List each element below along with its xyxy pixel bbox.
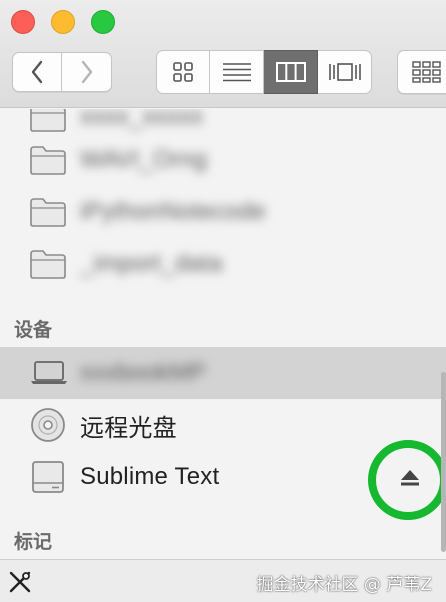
window-toolbar: [0, 0, 446, 108]
laptop-icon: [31, 361, 67, 384]
columns-icon: [275, 62, 306, 82]
zoom-window-button[interactable]: [91, 10, 115, 34]
list-view-button[interactable]: [210, 50, 264, 94]
forward-button[interactable]: [62, 52, 112, 92]
watermark-text: 掘金技术社区 @ 芦苇Z: [256, 575, 432, 595]
gallery-view-button[interactable]: [318, 50, 372, 94]
cover-flow-icon: [328, 63, 361, 81]
sidebar-item-label: _import_data: [80, 250, 223, 277]
sidebar-item-label: Sublime Text: [80, 463, 220, 490]
tools-icon[interactable]: [8, 570, 32, 594]
folder-icon: [30, 109, 66, 132]
icon-view-button[interactable]: [156, 50, 210, 94]
back-button[interactable]: [12, 52, 62, 92]
sidebar-item-favorite-3[interactable]: iPythonNotecode: [0, 186, 446, 238]
close-window-button[interactable]: [11, 10, 35, 34]
sidebar-item-label: 远程光盘: [80, 414, 177, 442]
sidebar-item-this-mac[interactable]: xxxbookMP: [0, 347, 446, 399]
group-grid-icon: [412, 61, 441, 83]
sidebar-item-label: xxxbookMP: [80, 359, 206, 386]
folder-icon: [30, 250, 66, 279]
external-drive-icon: [32, 461, 64, 493]
column-view-button[interactable]: [264, 50, 318, 94]
tags-section-header: 标记: [14, 532, 53, 553]
icon-grid-icon: [173, 62, 193, 82]
folder-icon: [30, 198, 66, 227]
annotation-highlight-circle: [368, 440, 446, 520]
chevron-right-icon: [81, 60, 92, 84]
sidebar-item-label: iPythonNotecode: [80, 198, 266, 225]
sidebar-item-label: xxxx_xxxxx: [80, 109, 204, 130]
sidebar-item-favorite-2[interactable]: WAVI_Orng: [0, 134, 446, 186]
chevron-left-icon: [31, 60, 43, 84]
list-lines-icon: [222, 63, 251, 82]
disc-icon: [31, 408, 65, 442]
sidebar-item-label: WAVI_Orng: [80, 146, 208, 173]
bottom-status-bar: 掘金技术社区 @ 芦苇Z: [0, 559, 446, 602]
devices-section-header: 设备: [14, 320, 53, 341]
sidebar-scrollbar[interactable]: [441, 372, 446, 552]
minimize-window-button[interactable]: [51, 10, 75, 34]
group-items-button[interactable]: [397, 50, 446, 94]
sidebar-item-favorite-4[interactable]: _import_data: [0, 238, 446, 290]
view-mode-segmented-control: [156, 50, 372, 94]
folder-icon: [30, 146, 66, 175]
sidebar-item-remote-disc[interactable]: 远程光盘: [0, 399, 446, 451]
